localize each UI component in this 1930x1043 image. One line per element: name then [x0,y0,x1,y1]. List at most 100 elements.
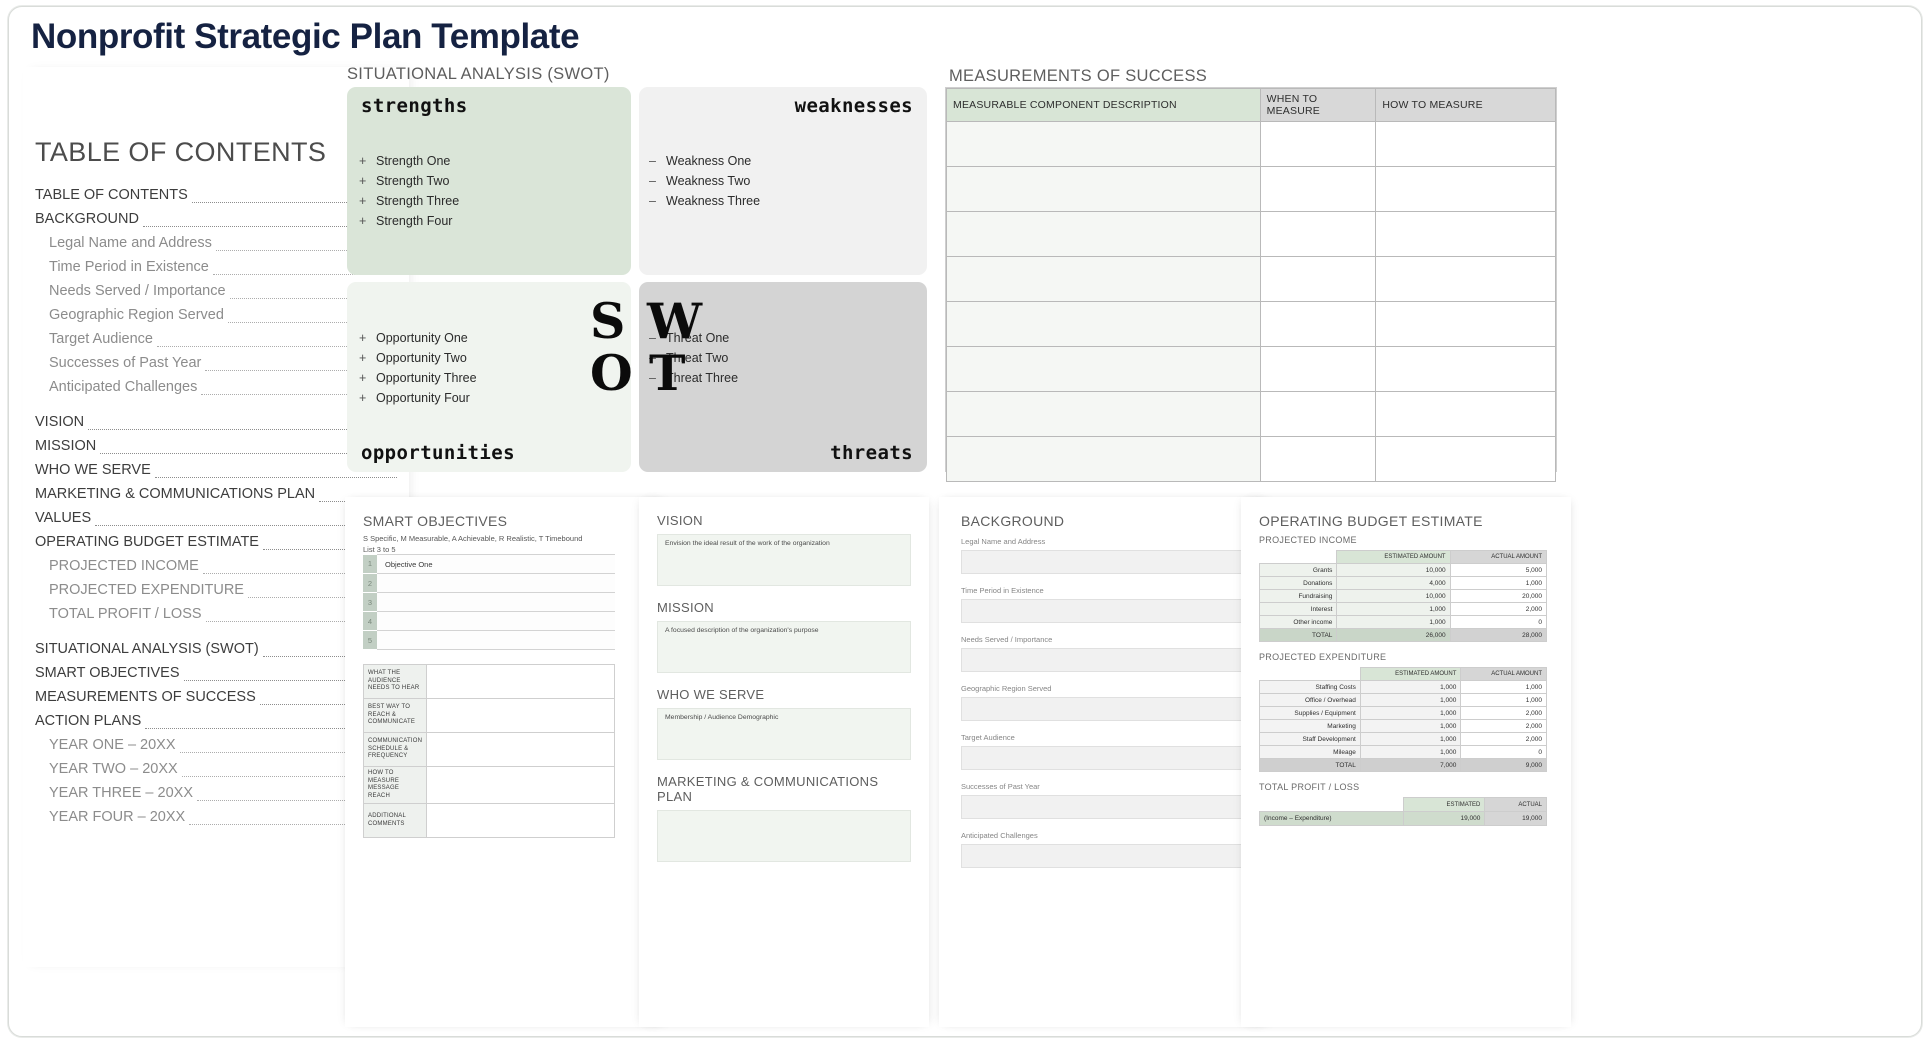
budget-cell-actual[interactable]: 2,000 [1449,602,1548,616]
table-row[interactable] [946,121,1556,167]
vision-block-input[interactable]: Envision the ideal result of the work of… [657,534,911,586]
background-field-input[interactable] [961,697,1247,721]
audience-communication-table[interactable]: WHAT THE AUDIENCE NEEDS TO HEAR BEST WAY … [362,664,615,838]
table-cell[interactable] [946,121,1261,167]
budget-cell-actual[interactable]: 5,000 [1449,563,1548,577]
budget-cell-label[interactable]: Mileage [1259,745,1361,759]
table-cell[interactable] [946,436,1261,482]
table-row[interactable] [946,301,1556,347]
budget-cell-estimated[interactable]: 10,000 [1336,589,1451,603]
budget-cell-actual[interactable]: 1,000 [1460,680,1547,694]
budget-cell-label[interactable]: Supplies / Equipment [1259,706,1361,720]
background-field-input[interactable] [961,648,1247,672]
budget-cell-label[interactable]: Fundraising [1258,589,1338,603]
table-cell[interactable] [1375,121,1556,167]
audience-row-input[interactable] [426,732,615,767]
budget-cell-label[interactable]: Office / Overhead [1259,693,1361,707]
table-cell[interactable] [1259,256,1377,302]
budget-cell-estimated[interactable]: 1,000 [1359,680,1462,694]
budget-cell-estimated[interactable]: 1,000 [1336,615,1451,629]
audience-row-input[interactable] [426,698,615,733]
budget-row[interactable]: Office / Overhead 1,000 1,000 [1259,693,1547,707]
toc-entry[interactable]: Legal Name and Address [35,231,399,255]
budget-cell-estimated[interactable]: 4,000 [1336,576,1451,590]
table-cell[interactable] [1375,256,1556,302]
audience-row[interactable]: ADDITIONAL COMMENTS [362,803,615,838]
table-cell[interactable] [1259,211,1377,257]
table-cell[interactable] [946,346,1261,392]
table-cell[interactable] [1259,346,1377,392]
objective-input[interactable]: Objective One [377,554,615,574]
budget-row[interactable]: Staff Development 1,000 2,000 [1259,732,1547,746]
toc-entry[interactable]: Anticipated Challenges [35,375,399,399]
budget-cell-actual[interactable]: 1,000 [1449,576,1548,590]
table-cell[interactable] [1375,346,1556,392]
table-cell[interactable] [1259,121,1377,167]
table-row[interactable] [946,346,1556,392]
audience-row-input[interactable] [426,803,615,838]
budget-cell-actual[interactable]: 0 [1460,745,1547,759]
background-field-input[interactable] [961,844,1247,868]
background-field-input[interactable] [961,599,1247,623]
budget-row[interactable]: Grants 10,000 5,000 [1258,563,1548,577]
budget-row[interactable]: Interest 1,000 2,000 [1258,602,1548,616]
toc-entry[interactable]: BACKGROUND [35,207,399,231]
toc-entry[interactable]: WHO WE SERVE [35,458,399,482]
budget-row[interactable]: Fundraising 10,000 20,000 [1258,589,1548,603]
table-cell[interactable] [1375,211,1556,257]
budget-row[interactable]: Supplies / Equipment 1,000 2,000 [1259,706,1547,720]
table-cell[interactable] [946,166,1261,212]
budget-cell-actual[interactable]: 20,000 [1449,589,1548,603]
table-row[interactable] [946,166,1556,212]
audience-row[interactable]: HOW TO MEASURE MESSAGE REACH [362,766,615,804]
table-row[interactable] [946,436,1556,482]
budget-cell-label[interactable]: Marketing [1259,719,1361,733]
table-cell[interactable] [946,256,1261,302]
audience-row[interactable]: COMMUNICATION SCHEDULE & FREQUENCY [362,732,615,767]
table-row[interactable] [946,256,1556,302]
objective-input[interactable] [377,611,615,631]
smart-objective-row[interactable]: 2 [363,573,615,593]
toc-entry[interactable]: TABLE OF CONTENTS [35,183,399,207]
smart-objective-row[interactable]: 5 [363,630,615,650]
budget-cell-actual[interactable]: 2,000 [1460,706,1547,720]
table-cell[interactable] [946,391,1261,437]
budget-row[interactable]: Other income 1,000 0 [1258,615,1548,629]
budget-cell-estimated[interactable]: 10,000 [1336,563,1451,577]
budget-cell-actual[interactable]: 2,000 [1460,732,1547,746]
smart-objective-row[interactable]: 1 Objective One [363,554,615,574]
table-cell[interactable] [946,211,1261,257]
toc-entry[interactable]: Successes of Past Year [35,351,399,375]
toc-entry[interactable]: Needs Served / Importance [35,279,399,303]
vision-block-input[interactable] [657,810,911,862]
audience-row[interactable]: WHAT THE AUDIENCE NEEDS TO HEAR [362,664,615,699]
table-cell[interactable] [1375,436,1556,482]
toc-entry[interactable]: Geographic Region Served [35,303,399,327]
background-field-input[interactable] [961,795,1247,819]
budget-cell-label[interactable]: Donations [1258,576,1338,590]
table-cell[interactable] [1259,301,1377,347]
audience-row[interactable]: BEST WAY TO REACH & COMMUNICATE [362,698,615,733]
budget-cell-label[interactable]: Staffing Costs [1259,680,1361,694]
table-cell[interactable] [1375,301,1556,347]
table-cell[interactable] [1375,166,1556,212]
vision-block-input[interactable]: Membership / Audience Demographic [657,708,911,760]
budget-row[interactable]: Marketing 1,000 2,000 [1259,719,1547,733]
budget-cell-estimated[interactable]: 1,000 [1359,732,1462,746]
toc-entry[interactable]: Target Audience [35,327,399,351]
budget-cell-estimated[interactable]: 1,000 [1359,745,1462,759]
budget-cell-estimated[interactable]: 1,000 [1336,602,1451,616]
toc-entry[interactable]: VISION [35,410,399,434]
table-row[interactable] [946,211,1556,257]
toc-entry[interactable]: MISSION [35,434,399,458]
objective-input[interactable] [377,573,615,593]
table-cell[interactable] [1259,166,1377,212]
budget-cell-actual[interactable]: 2,000 [1460,719,1547,733]
budget-cell-label[interactable]: Staff Development [1259,732,1361,746]
budget-row[interactable]: Mileage 1,000 0 [1259,745,1547,759]
budget-cell-actual[interactable]: 0 [1449,615,1548,629]
smart-objective-row[interactable]: 3 [363,592,615,612]
budget-cell-label[interactable]: Grants [1258,563,1338,577]
background-field-input[interactable] [961,550,1247,574]
budget-cell-label[interactable]: Interest [1258,602,1338,616]
